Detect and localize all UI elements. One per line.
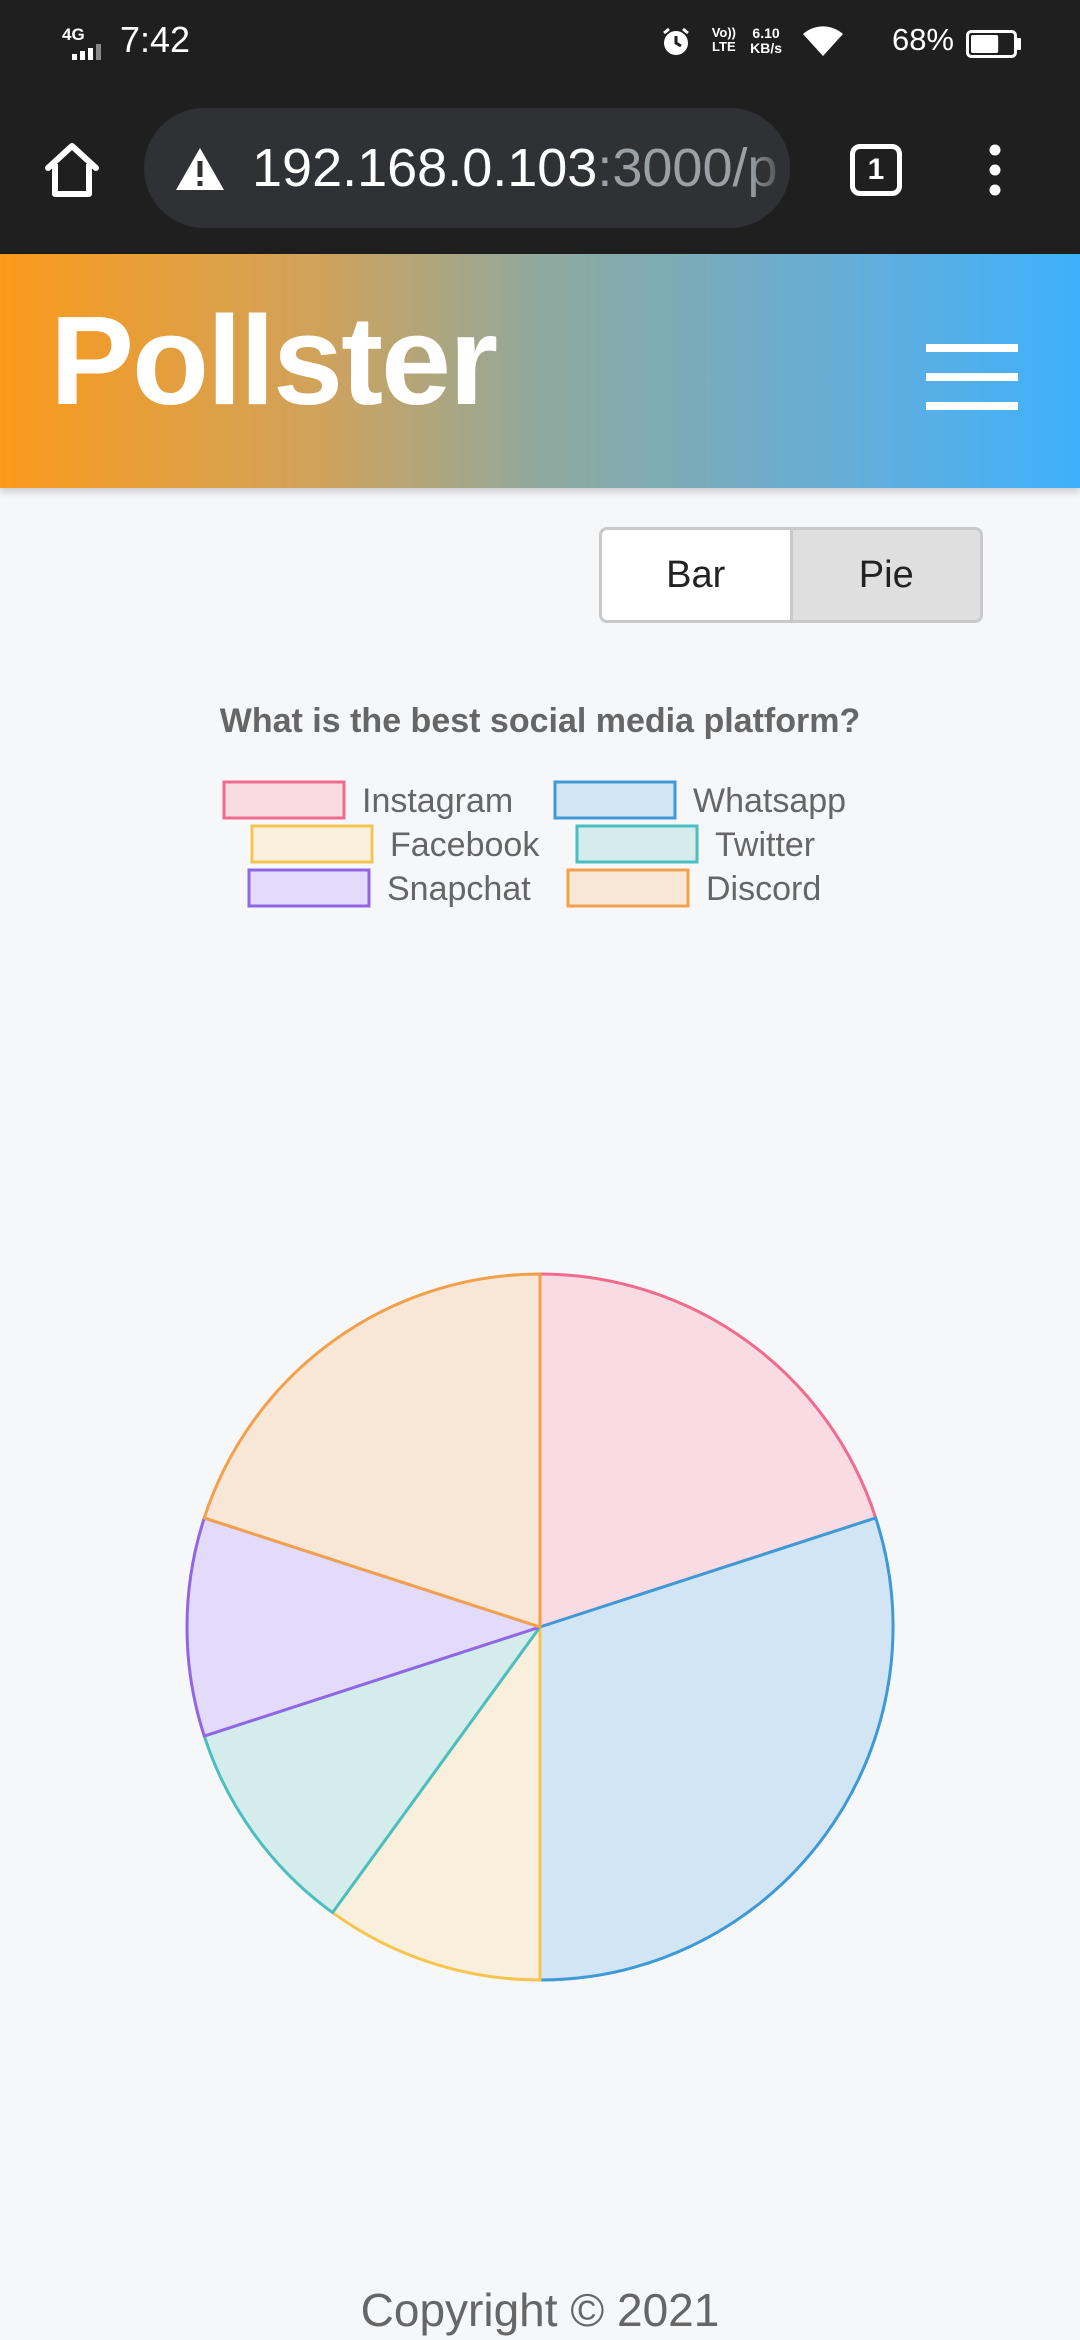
legend-swatch-twitter[interactable]: [575, 824, 699, 864]
tab-switcher-button[interactable]: 1: [850, 144, 902, 196]
legend-swatch-whatsapp[interactable]: [553, 780, 677, 820]
legend-label-whatsapp[interactable]: Whatsapp: [693, 782, 846, 820]
legend-swatch-facebook[interactable]: [250, 824, 374, 864]
clock: 7:42: [120, 19, 191, 60]
legend-label-instagram[interactable]: Instagram: [362, 782, 513, 820]
legend-swatch-instagram[interactable]: [222, 780, 346, 820]
legend-swatch-snapchat[interactable]: [247, 868, 371, 908]
signal-icon: [72, 44, 101, 60]
footer-copyright: Copyright © 2021: [360, 2284, 720, 2336]
battery-icon: [966, 30, 1021, 58]
home-icon[interactable]: [40, 138, 104, 202]
battery-percentage: 68%: [891, 22, 954, 57]
pie-chart-button[interactable]: Pie: [792, 530, 980, 620]
pie-chart: What is the best social media platform? …: [185, 702, 895, 1982]
legend-label-facebook[interactable]: Facebook: [390, 826, 540, 864]
chart-title: What is the best social media platform?: [220, 702, 860, 740]
alarm-icon: [663, 27, 689, 55]
bar-chart-button[interactable]: Bar: [602, 530, 793, 620]
more-menu-icon[interactable]: [980, 140, 1010, 200]
status-bar: 4G 7:42 Vo)) LTE 6.10 KB/s 68%: [0, 0, 1080, 84]
brand-logo[interactable]: Pollster: [50, 298, 498, 424]
address-bar[interactable]: 192.168.0.103:3000/p: [144, 108, 790, 228]
volte-indicator: Vo)) LTE: [711, 25, 736, 54]
wifi-icon: [803, 26, 843, 56]
app-header: Pollster: [0, 254, 1080, 488]
hamburger-menu-icon[interactable]: [926, 344, 1018, 410]
legend-label-snapchat[interactable]: Snapchat: [387, 870, 531, 908]
legend-label-discord[interactable]: Discord: [706, 870, 821, 908]
network-type: 4G: [62, 25, 85, 44]
browser-toolbar: 192.168.0.103:3000/p 1: [0, 84, 1080, 254]
chart-type-toggle: Bar Pie: [599, 527, 983, 623]
legend-swatch-discord[interactable]: [566, 868, 690, 908]
url-text[interactable]: 192.168.0.103:3000/p: [252, 136, 778, 200]
pie-slices: [185, 1272, 895, 1982]
network-speed: 6.10 KB/s: [750, 25, 782, 56]
chart-legend: Instagram Whatsapp Facebook Twitter Snapchat…: [222, 780, 846, 908]
warning-icon[interactable]: [174, 146, 226, 192]
legend-label-twitter[interactable]: Twitter: [715, 826, 815, 864]
